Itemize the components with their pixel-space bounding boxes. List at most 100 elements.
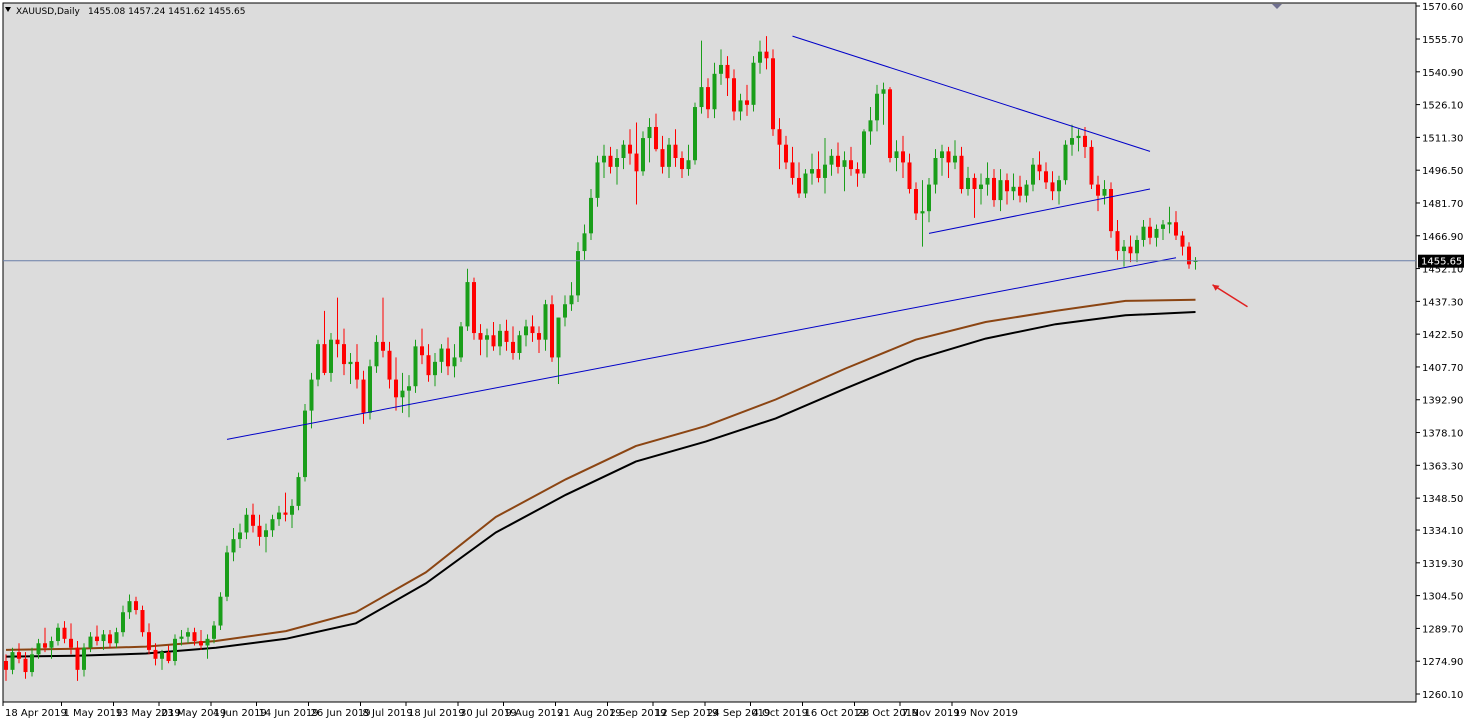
candle-body (576, 251, 580, 296)
candle-body (329, 339, 333, 373)
candle-body (966, 177, 970, 190)
candle-body (381, 341, 385, 351)
candle-body (420, 346, 424, 356)
y-tick-label: 1555.70 (1422, 35, 1463, 46)
symbol-label: XAUUSD,Daily (16, 7, 80, 17)
candle-body (504, 330, 509, 342)
candle-body (732, 78, 736, 112)
candle-body (589, 197, 593, 234)
candle-body (4, 660, 8, 670)
candle-body (342, 344, 346, 365)
y-tick-label: 1481.70 (1422, 199, 1463, 210)
candle-body (69, 638, 73, 648)
chart-window[interactable]: 1570.60 1555.70 1540.90 1526.10 1511.30 1496.… (0, 0, 1465, 723)
candle-body (927, 184, 931, 212)
candle-body (1161, 224, 1165, 229)
candle-body (725, 64, 730, 79)
candle-body (1102, 189, 1107, 196)
candle-body (1135, 239, 1139, 254)
candle-body (686, 160, 691, 170)
candle-body (1174, 222, 1178, 236)
candle-body (88, 636, 93, 648)
candle-body (1180, 235, 1185, 247)
candle-body (849, 160, 853, 170)
candle-body (543, 304, 548, 340)
candle-body (218, 596, 223, 626)
y-tick-label: 1304.50 (1422, 592, 1463, 603)
candle-body (946, 151, 951, 163)
candle-body (660, 149, 665, 167)
candle-body (1024, 184, 1029, 196)
y-tick-label: 1392.90 (1422, 396, 1463, 407)
candle-body (296, 477, 301, 506)
candle-body (348, 361, 353, 365)
ohlc-values: 1455.08 1457.24 1451.62 1455.65 (88, 7, 245, 17)
candle-body (803, 173, 808, 194)
candle-body (654, 126, 658, 150)
candle-body (478, 333, 483, 340)
candle-body (1083, 135, 1087, 147)
candle-body (446, 348, 450, 367)
candle-body (959, 155, 964, 190)
candle-body (738, 100, 743, 112)
candle-body (894, 151, 899, 159)
x-tick-label: 18 Apr 2019 (5, 708, 67, 719)
y-tick-label: 1260.10 (1422, 690, 1463, 701)
candle-body (407, 386, 411, 391)
candle-body (680, 158, 684, 170)
x-tick-label: 4 Oct 2019 (753, 708, 808, 719)
candle-body (511, 341, 515, 353)
candle-body (1076, 135, 1081, 139)
candle-body (1070, 138, 1074, 145)
candle-body (563, 304, 567, 318)
candle-body (907, 162, 912, 190)
candle-body (225, 552, 229, 597)
candle-body (855, 169, 860, 174)
candle-body (1018, 186, 1022, 196)
candle-body (953, 155, 957, 163)
candle-body (985, 177, 990, 185)
candle-body (140, 610, 145, 633)
x-tick-label: 8 Jul 2019 (363, 708, 413, 719)
y-tick-label: 1319.30 (1422, 559, 1463, 570)
candle-body (82, 647, 86, 670)
candle-body (368, 366, 372, 413)
candle-body (524, 326, 528, 336)
candle-body (998, 180, 1003, 201)
candle-body (810, 169, 814, 174)
y-tick-label: 1348.50 (1422, 494, 1463, 505)
candle-body (173, 638, 177, 661)
candle-body (465, 282, 470, 327)
candle-body (212, 625, 216, 639)
candle-body (920, 211, 925, 214)
candle-body (322, 344, 327, 373)
candle-body (192, 632, 197, 642)
price-chart[interactable]: 1570.60 1555.70 1540.90 1526.10 1511.30 1496.… (0, 0, 1465, 723)
candle-body (205, 638, 210, 646)
candle-body (166, 652, 171, 661)
candle-body (621, 144, 626, 159)
candle-body (1141, 226, 1146, 240)
candle-body (114, 632, 119, 644)
candle-body (238, 532, 242, 540)
candle-body (264, 530, 268, 537)
candle-body (1037, 164, 1042, 172)
candle-body (160, 652, 164, 659)
candle-body (134, 601, 138, 611)
candle-body (569, 295, 574, 305)
y-tick-label: 1511.30 (1422, 133, 1463, 144)
candle-body (673, 144, 678, 159)
candle-body (881, 89, 886, 94)
candle-body (901, 151, 905, 163)
candle-body (335, 339, 340, 345)
candle-body (595, 162, 600, 198)
x-tick-label: 18 Jul 2019 (408, 708, 465, 719)
candle-body (472, 282, 476, 334)
candle-body (940, 151, 944, 159)
candle-body (400, 390, 405, 398)
candle-body (270, 519, 275, 531)
candle-body (530, 326, 535, 334)
candle-body (316, 344, 320, 380)
candle-body (764, 51, 769, 59)
candle-body (634, 153, 639, 172)
